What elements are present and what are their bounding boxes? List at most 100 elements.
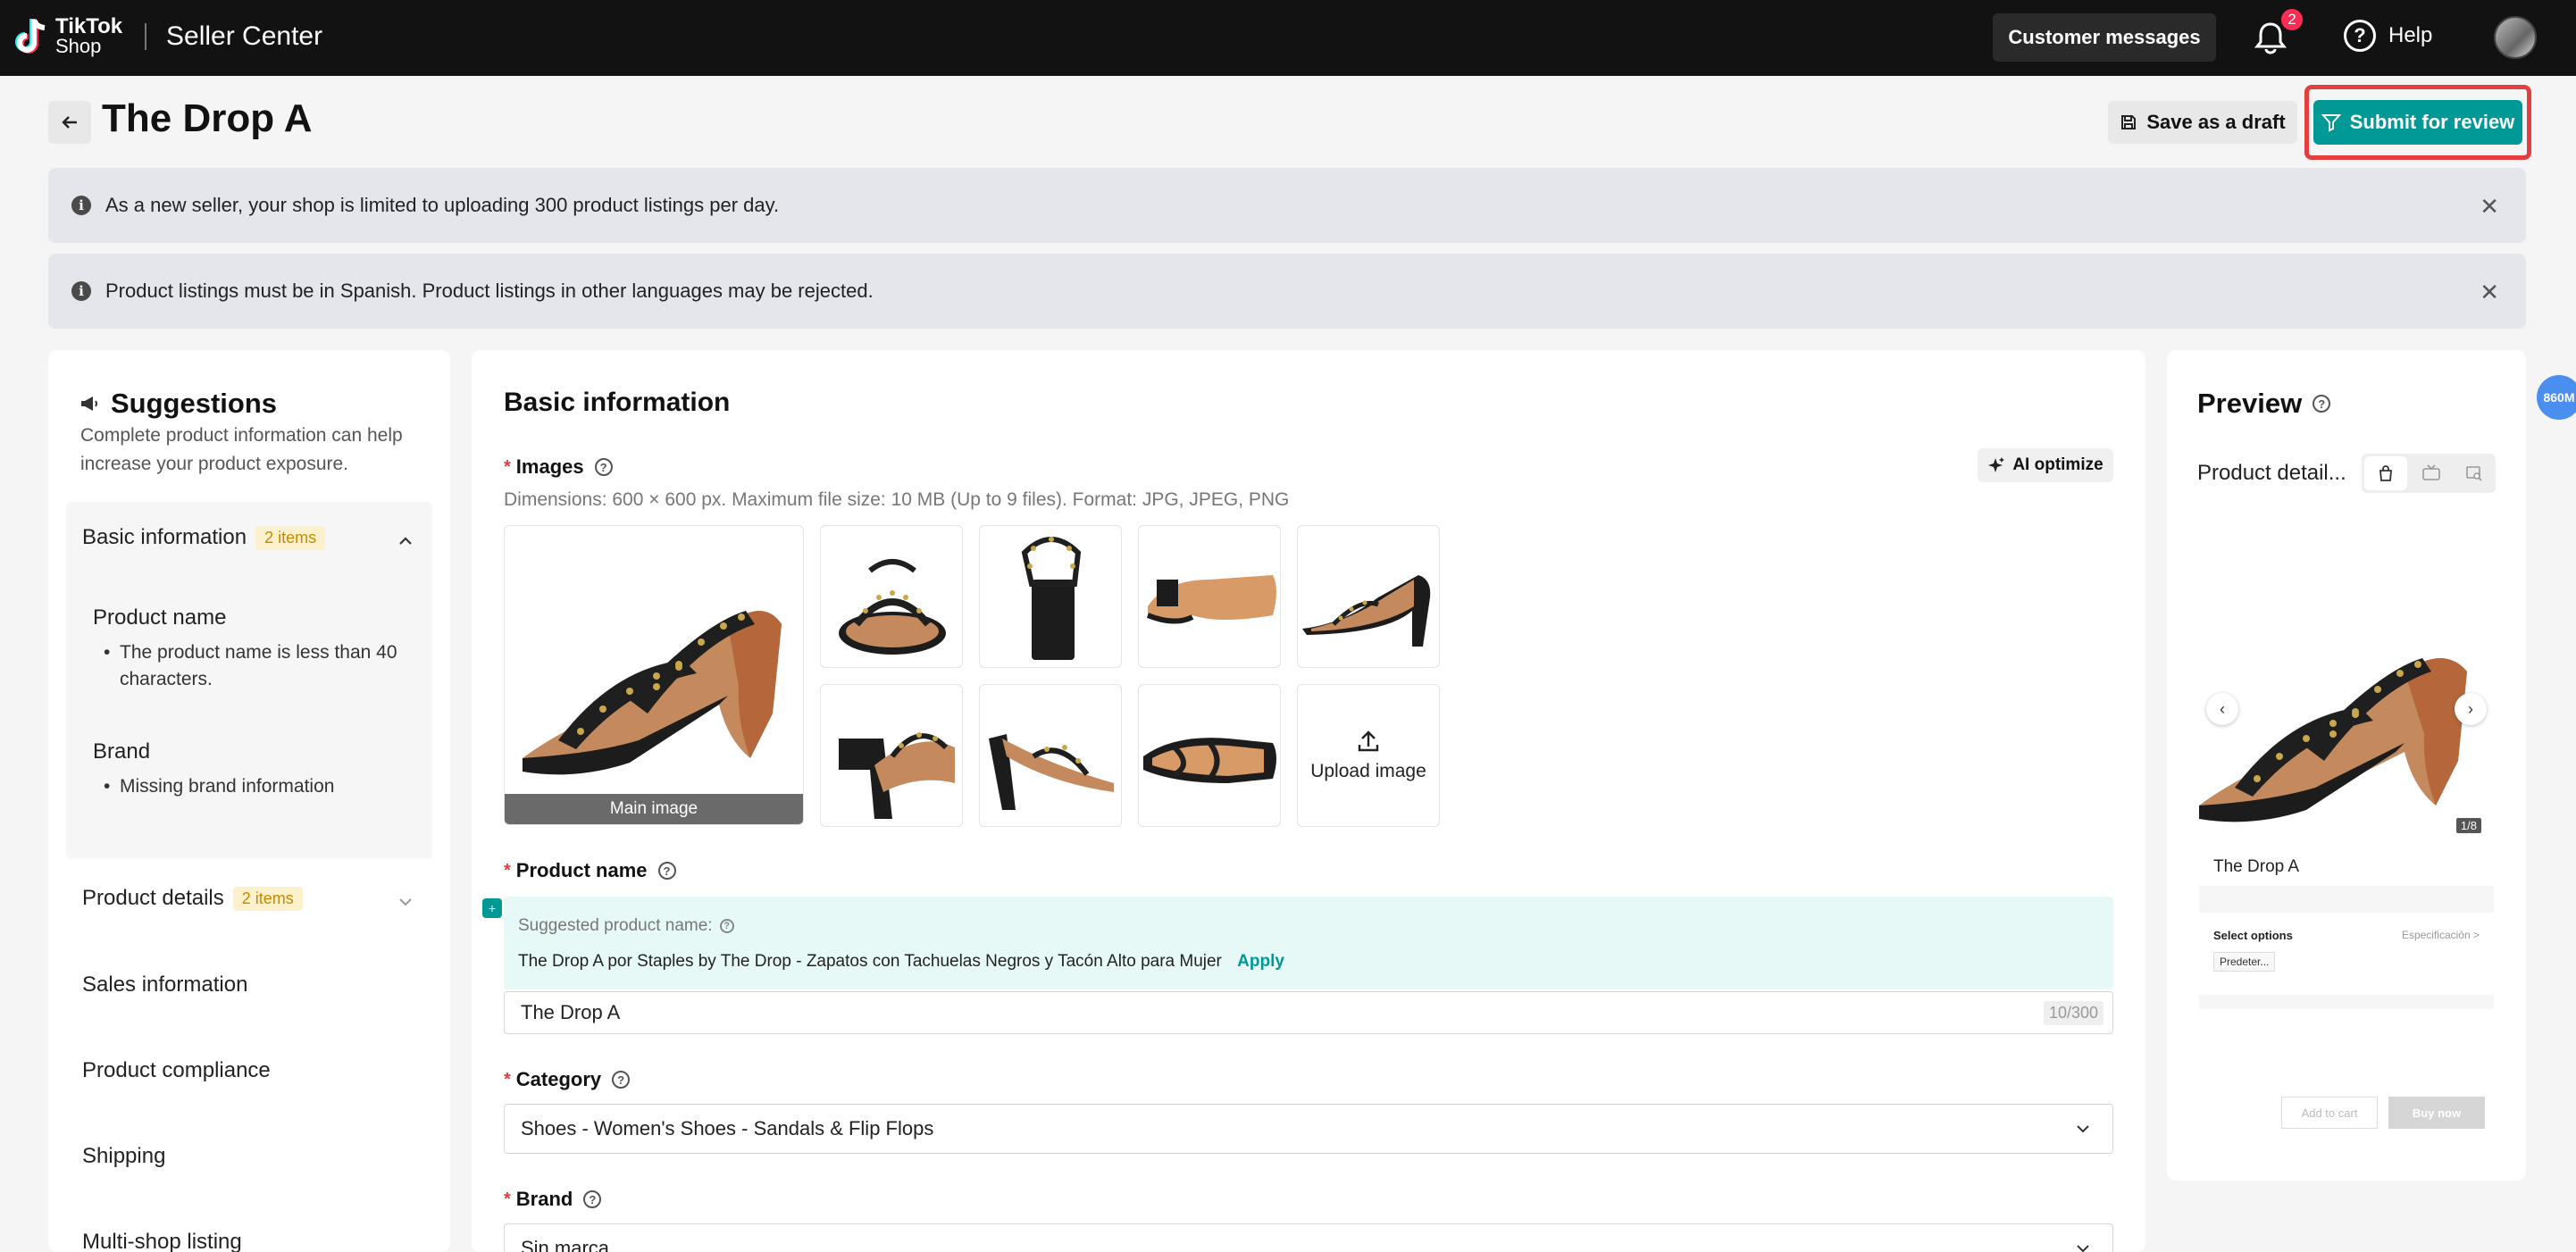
user-avatar[interactable] [2494,16,2537,59]
chevron-right-icon[interactable]: › [2455,693,2487,725]
image-pager: 1/8 [2455,818,2481,833]
suggestion-heading-product-name: Product name [93,605,227,630]
brand-select[interactable]: Sin marca [504,1223,2113,1252]
brand-label-text: Brand [515,1188,573,1210]
required-asterisk: * [504,456,511,477]
help-circle-icon[interactable]: ? [594,458,613,476]
section-title: Basic information [504,388,731,417]
save-as-draft-button[interactable]: Save as a draft [2108,101,2297,144]
product-image-thumbnail[interactable] [1138,525,1281,668]
sparkle-icon [1988,457,2005,472]
suggestion-section-product-details[interactable]: Product details 2 items [82,886,303,911]
select-options-label: Select options [2213,929,2293,942]
suggestion-section-basic-information[interactable]: Basic information 2 items [82,525,326,550]
save-as-draft-label: Save as a draft [2146,111,2286,133]
chevron-down-icon[interactable] [397,893,414,911]
brand-label: * Brand ? [504,1188,602,1211]
question-icon: ? [2344,20,2376,52]
category-value: Shoes - Women's Shoes - Sandals & Flip F… [521,1117,934,1139]
sandal-angle-image [839,732,955,819]
items-count-badge: 2 items [232,886,303,911]
shopping-bag-icon [2379,465,2392,481]
help-circle-icon[interactable]: ? [583,1190,602,1208]
suggestion-nav-sales-information[interactable]: Sales information [82,972,247,997]
preview-product-image: ‹ › 1/8 The Drop A [2199,511,2494,886]
back-button[interactable] [48,101,91,144]
suggested-name-label: Suggested product name: ? [518,916,734,936]
product-image-thumbnail[interactable] [820,525,963,668]
help-circle-icon[interactable]: ? [2313,395,2331,413]
preview-mode-product-detail[interactable] [2364,456,2407,490]
help-circle-icon[interactable]: ? [657,862,676,880]
sandal-top-image [1143,738,1276,783]
notice-text: As a new seller, your shop is limited to… [105,194,780,216]
suggestion-nav-multi-shop-listing[interactable]: Multi-shop listing [82,1230,242,1252]
suggested-name-row: The Drop A por Staples by The Drop - Zap… [518,952,1284,972]
preview-mode-search[interactable] [2453,454,2496,493]
upload-image-button[interactable]: Upload image [1297,684,1440,827]
submit-for-review-button[interactable]: Submit for review [2313,100,2522,145]
product-name-label-text: Product name [515,859,648,881]
help-button[interactable]: ? Help [2344,20,2432,52]
preview-subtitle: Product detail... [2197,461,2346,485]
upload-icon [1358,730,1379,752]
tiktok-shop-logo[interactable]: TikTok Shop [14,16,122,57]
app-title: Seller Center [166,21,323,51]
suggestion-nav-shipping[interactable]: Shipping [82,1144,165,1169]
submit-for-review-label: Submit for review [2349,111,2515,133]
help-circle-icon[interactable]: ? [612,1071,631,1089]
section-label: Basic information [82,525,247,549]
suggestion-heading-brand: Brand [93,739,151,764]
product-image-thumbnail[interactable] [820,684,963,827]
product-name-input[interactable]: The Drop A 10/300 [504,991,2113,1034]
chevron-down-icon [2077,1245,2089,1252]
product-image-thumbnail[interactable] [1138,684,1281,827]
preview-options-card: Select options Especificación > Predeter… [2199,913,2494,995]
sandal-back-image [1021,537,1082,660]
items-count-badge: 2 items [255,525,326,550]
preview-title: Preview ? [2197,388,2331,420]
suggestion-tip-product-name: The product name is less than 40 charact… [104,639,407,693]
preview-title-text: Preview [2197,388,2303,419]
page-title: The Drop A [102,96,313,140]
customer-messages-button[interactable]: Customer messages [1993,13,2216,62]
chevron-left-icon[interactable]: ‹ [2206,693,2238,725]
images-label-text: Images [515,455,584,478]
sandal-sole-image [1146,575,1276,624]
notice-banner-language: i Product listings must be in Spanish. P… [48,254,2526,329]
close-icon[interactable]: ✕ [2480,279,2499,306]
product-image-thumbnail[interactable] [1297,525,1440,668]
apply-suggestion-link[interactable]: Apply [1237,952,1284,971]
ai-optimize-label: AI optimize [2012,455,2103,474]
notification-count-badge: 2 [2279,7,2304,32]
suggestions-title-text: Suggestions [111,388,278,419]
preview-bottom-bar: Add to cart Buy now [2199,1082,2494,1145]
preview-mode-switcher [2362,454,2496,493]
main-image-label: Main image [505,794,803,824]
basic-information-form: Basic information * Images ? Dimensions:… [472,350,2145,1252]
preview-mode-live[interactable] [2410,454,2453,493]
ai-optimize-button[interactable]: AI optimize [1978,448,2113,482]
product-image-thumbnail[interactable] [979,684,1122,827]
megaphone-icon [81,396,97,411]
chevron-down-icon [2077,1125,2089,1133]
sandal-side-image [1302,575,1431,647]
mobile-preview-frame: ‹ › 1/8 The Drop A Select options Especi… [2199,511,2494,1145]
preview-blank-card [2199,1009,2494,1082]
main-product-image[interactable]: Main image [504,525,804,825]
logo-divider [145,23,146,50]
chevron-up-icon[interactable] [397,532,414,550]
product-image-thumbnail[interactable] [979,525,1122,668]
info-icon: i [71,196,91,215]
suggestion-nav-product-compliance[interactable]: Product compliance [82,1058,271,1083]
suggested-name-label-text: Suggested product name: [518,916,713,935]
suggestion-tip-brand: Missing brand information [104,773,407,800]
category-select[interactable]: Shoes - Women's Shoes - Sandals & Flip F… [504,1104,2113,1154]
required-asterisk: * [504,1189,511,1209]
notice-text: Product listings must be in Spanish. Pro… [105,280,874,302]
section-label: Product details [82,886,224,910]
help-circle-icon[interactable]: ? [719,919,734,933]
character-counter: 10/300 [2043,1001,2103,1025]
close-icon[interactable]: ✕ [2480,193,2499,221]
floating-memory-badge[interactable]: 860M [2537,375,2576,420]
